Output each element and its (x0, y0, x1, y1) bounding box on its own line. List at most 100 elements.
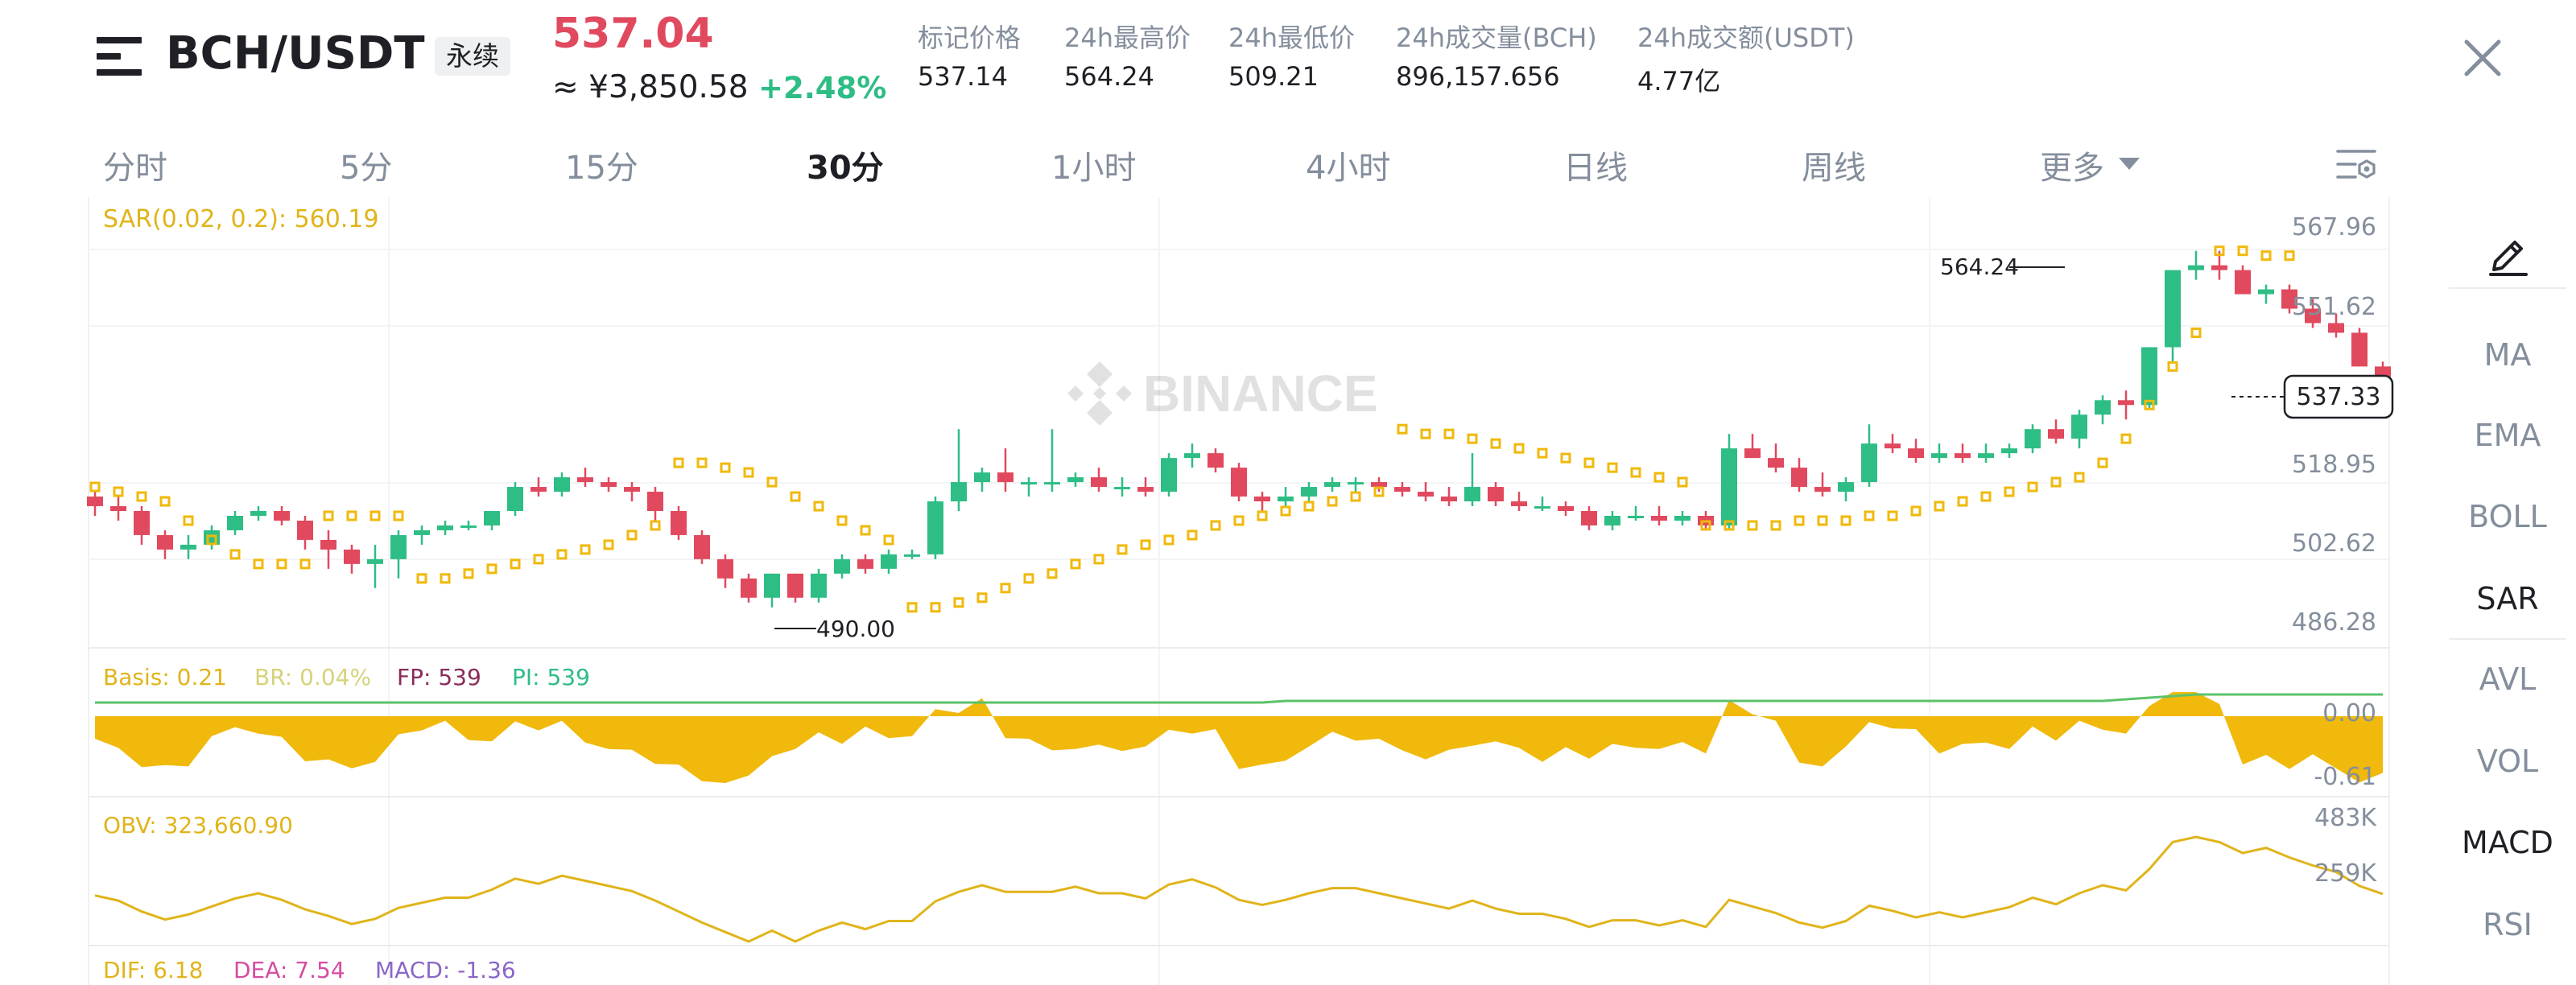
candle-body (671, 510, 687, 535)
candle-body (1838, 482, 1854, 492)
price-axis: 567.96 551.62 518.95 502.62 486.28 (2292, 213, 2376, 637)
sar-dot (580, 544, 591, 555)
candle-body (507, 487, 523, 511)
sar-dot (1023, 573, 1034, 584)
candle-body (1721, 448, 1737, 525)
candle-body (2025, 429, 2041, 449)
chart-settings-icon[interactable] (2334, 145, 2378, 183)
candle-body (1955, 453, 1971, 459)
sar-dot (603, 539, 614, 550)
basis-axis-label: 0.00 (2322, 699, 2376, 727)
cny-price: ≈ ¥3,850.58 (552, 69, 749, 105)
sar-dot (1303, 501, 1315, 512)
indicator-ma[interactable]: MA (2439, 337, 2576, 373)
candle-body (577, 477, 593, 483)
candle-body (390, 534, 407, 559)
tab-timeframe-4h[interactable]: 4小时 (1306, 142, 1390, 188)
candle-body (180, 544, 196, 550)
tab-timeframe-1d[interactable]: 日线 (1563, 142, 1628, 188)
candle-body (484, 510, 500, 525)
stat-label-24h-high: 24h最高价 (1064, 23, 1191, 53)
symbol-title[interactable]: BCH/USDT (166, 27, 425, 80)
candle-body (2211, 265, 2227, 270)
sar-dot (1187, 530, 1198, 541)
sar-dot (2120, 433, 2132, 444)
obv-axis-label: 259K (2314, 859, 2377, 888)
candle-body (110, 506, 126, 511)
sar-dot (696, 457, 708, 468)
candle-body (1558, 506, 1574, 511)
indicator-vol[interactable]: VOL (2439, 744, 2576, 779)
sar-dot (229, 549, 241, 560)
candle-body (2351, 332, 2368, 367)
pen-icon[interactable] (2484, 229, 2533, 278)
macd-legend: DIF: 6.18 DEA: 7.54 MACD: -1.36 (103, 957, 516, 983)
indicator-avl[interactable]: AVL (2439, 661, 2576, 697)
sar-dot (1070, 558, 1081, 570)
price-axis-label: 486.28 (2292, 608, 2376, 637)
candle-body (87, 497, 103, 507)
price-chart[interactable]: BINANCE SAR(0.02, 0.2): 560.19 564.24 49… (0, 197, 2407, 985)
candle-body (997, 472, 1013, 483)
sar-dot (1257, 510, 1268, 521)
stat-value-24h-high: 564.24 (1064, 61, 1154, 92)
candle-body (367, 558, 383, 564)
pi-line (95, 693, 2383, 704)
sar-dot (159, 496, 171, 507)
sar-dot (463, 568, 474, 579)
stat-value-24h-low: 509.21 (1228, 61, 1319, 92)
candle-body (274, 510, 290, 521)
sar-dot (1887, 510, 1898, 521)
sar-dot (1163, 534, 1174, 546)
stat-label-24h-low: 24h最低价 (1228, 23, 1356, 53)
candle-body (1208, 453, 1224, 468)
indicator-macd[interactable]: MACD (2439, 825, 2576, 860)
indicator-rsi[interactable]: RSI (2439, 907, 2576, 942)
tab-timeframe-15m[interactable]: 15分 (565, 142, 638, 188)
candle-body (927, 501, 943, 554)
candle-body (1394, 487, 1410, 492)
candle-body (1814, 487, 1831, 492)
close-icon[interactable] (2457, 32, 2508, 84)
candle-body (1161, 458, 1177, 492)
tab-timeframe-more[interactable]: 更多 (2040, 142, 2104, 188)
tab-timeframe-5m[interactable]: 5分 (340, 142, 392, 188)
tab-timeframe-1h[interactable]: 1小时 (1051, 142, 1136, 188)
chevron-down-icon[interactable] (2119, 158, 2140, 170)
sar-series (89, 245, 2295, 613)
candle-body (694, 534, 710, 559)
current-price-tag: 537.33 (2283, 374, 2394, 419)
sar-dot (673, 457, 684, 468)
candle-body (2001, 448, 2017, 454)
tab-timeframe-30m[interactable]: 30分 (807, 142, 884, 188)
price-axis-label: 551.62 (2292, 293, 2376, 321)
low-marker-label: 490.00 (816, 616, 895, 642)
candle-body (741, 578, 757, 598)
sar-dot (1117, 544, 1128, 555)
macd-value: MACD: -1.36 (375, 957, 516, 983)
tab-timeframe-1w[interactable]: 周线 (1802, 142, 1866, 188)
sar-dot (2004, 486, 2015, 497)
sar-dot (1957, 496, 1968, 507)
candle-body (134, 510, 150, 535)
pi-value: PI: 539 (512, 664, 590, 690)
candle-body (904, 554, 920, 557)
candle-body (1791, 468, 1807, 488)
indicator-sar[interactable]: SAR (2439, 581, 2576, 616)
menu-icon[interactable] (97, 34, 142, 79)
candle-body (2258, 289, 2274, 295)
candle-body (1768, 458, 1784, 468)
sar-dot (1653, 472, 1665, 483)
low-marker: 490.00 (774, 616, 895, 642)
candle-body (1324, 482, 1340, 488)
sar-dot (930, 602, 941, 613)
sar-dot (2097, 457, 2108, 468)
sar-dot (953, 597, 964, 608)
current-price-label: 537.33 (2297, 383, 2381, 411)
indicator-boll[interactable]: BOLL (2439, 499, 2576, 534)
basis-legend: Basis: 0.21 BR: 0.04% FP: 539 PI: 539 (103, 664, 590, 690)
dea-value: DEA: 7.54 (233, 957, 345, 983)
candle-body (811, 573, 827, 598)
indicator-ema[interactable]: EMA (2439, 418, 2576, 453)
tab-timeframe-line[interactable]: 分时 (103, 142, 167, 188)
